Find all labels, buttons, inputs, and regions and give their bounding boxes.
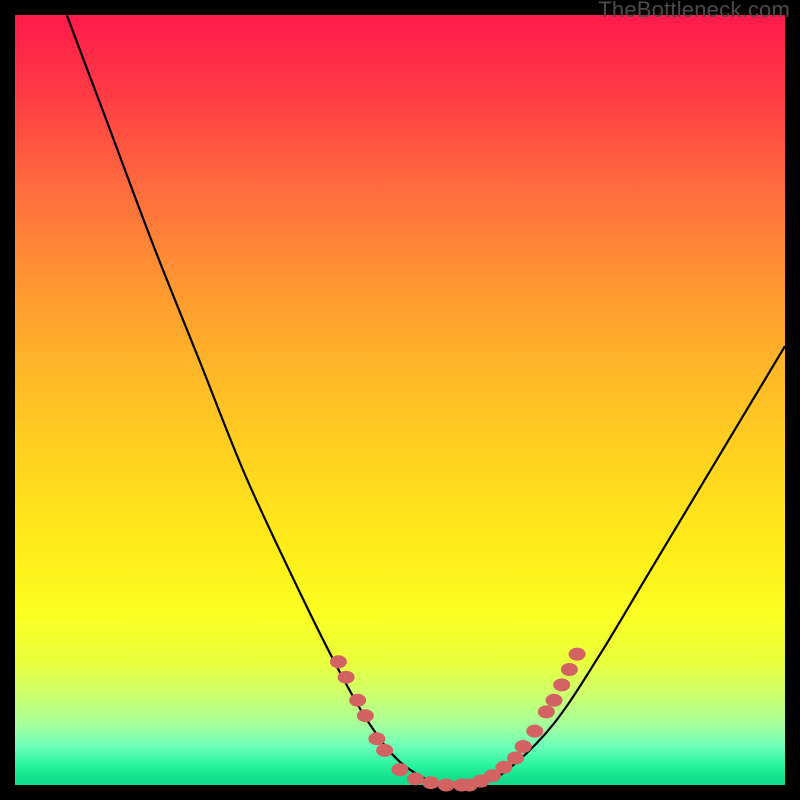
curve-dot <box>407 772 424 785</box>
curve-dot <box>422 776 439 789</box>
curve-dot <box>546 694 563 707</box>
curve-dot <box>338 671 355 684</box>
curve-dot <box>357 709 374 722</box>
curve-markers <box>330 648 586 792</box>
curve-dot <box>538 705 555 718</box>
curve-dot <box>368 732 385 745</box>
curve-dot <box>569 648 586 661</box>
curve-dot <box>553 678 570 691</box>
curve-dot <box>526 725 543 738</box>
curve-path <box>15 0 785 787</box>
curve-dot <box>349 694 366 707</box>
curve-dot <box>507 752 524 765</box>
curve-dot <box>561 663 578 676</box>
curve-dot <box>376 744 393 757</box>
bottleneck-curve <box>15 15 785 785</box>
curve-dot <box>438 779 455 792</box>
chart-frame: TheBottleneck.com <box>0 0 800 800</box>
curve-dot <box>392 763 409 776</box>
curve-dot <box>515 740 532 753</box>
curve-dot <box>330 655 347 668</box>
